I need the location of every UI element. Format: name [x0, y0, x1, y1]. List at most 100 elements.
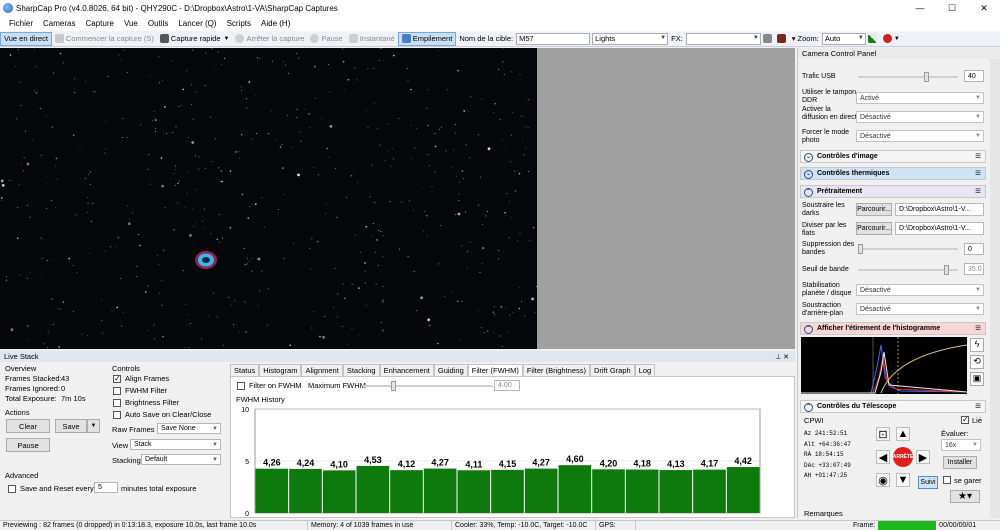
- panel-scrollbar[interactable]: [990, 59, 1000, 518]
- start-capture-button[interactable]: Commencer la capture (S): [52, 32, 157, 46]
- quick-capture-button[interactable]: Capture rapide ▼: [157, 32, 233, 46]
- stacking-mode-select[interactable]: Default ▼: [141, 454, 221, 465]
- arrow-left-icon[interactable]: ◀: [876, 450, 890, 464]
- histogram-icon[interactable]: [866, 32, 881, 46]
- tab-log[interactable]: Log: [634, 364, 656, 376]
- slider-handle[interactable]: [944, 265, 949, 275]
- slider-handle[interactable]: [858, 244, 863, 254]
- image-controls-section[interactable]: ⌄ Contrôles d'image ≡: [800, 150, 986, 163]
- tab-stacking[interactable]: Stacking: [342, 364, 380, 376]
- pause-button[interactable]: Pause: [307, 32, 345, 46]
- stabilization-select[interactable]: Désactivé ▼: [856, 284, 984, 296]
- darks-path[interactable]: D:\Dropbox\Astro\1-V...: [895, 203, 984, 216]
- fx-select[interactable]: ▼: [685, 32, 761, 45]
- fwhm-bar[interactable]: [659, 470, 693, 513]
- pause-stack-button[interactable]: Pause: [6, 438, 50, 452]
- lightning-icon[interactable]: ϟ: [970, 338, 984, 352]
- live-view-image[interactable]: [0, 48, 537, 349]
- fwhm-bar[interactable]: [625, 469, 659, 513]
- save-reset-checkbox[interactable]: [8, 485, 16, 493]
- usb-traffic-slider[interactable]: [858, 72, 958, 82]
- tab-histogram[interactable]: Histogram: [259, 364, 302, 376]
- align-frames-checkbox[interactable]: [113, 374, 121, 383]
- stacking-button[interactable]: Empilement: [397, 31, 457, 46]
- menu-icon[interactable]: ≡: [975, 151, 981, 163]
- fwhm-bar[interactable]: [289, 468, 322, 513]
- target-name-input[interactable]: M57: [516, 32, 591, 45]
- crosshair-icon[interactable]: ◉: [876, 473, 890, 487]
- fwhm-bar[interactable]: [457, 470, 491, 513]
- maximize-button[interactable]: ☐: [936, 0, 968, 16]
- menu-icon[interactable]: ≡: [975, 168, 981, 180]
- menu-scripts[interactable]: Scripts: [222, 19, 256, 28]
- arrow-down-icon[interactable]: ▼: [896, 473, 910, 487]
- minimize-button[interactable]: —: [904, 0, 936, 16]
- color-button[interactable]: [776, 32, 789, 46]
- preprocessing-section[interactable]: ⌃ Prétraitement ≡: [800, 185, 986, 198]
- target-icon[interactable]: ▼: [881, 32, 902, 46]
- snapshot-button[interactable]: Instantané: [346, 32, 398, 46]
- broadcast-select[interactable]: Désactivé ▼: [856, 111, 984, 123]
- evaluate-select[interactable]: 16x ▼: [941, 439, 981, 451]
- reset-icon[interactable]: ⟲: [970, 355, 984, 369]
- stop-button[interactable]: ARRÊTE: [893, 447, 913, 467]
- fwhm-bar[interactable]: [356, 465, 390, 513]
- pin-icon[interactable]: ⊥ ✕: [775, 353, 789, 361]
- bg-subtract-select[interactable]: Désactivé ▼: [856, 303, 984, 315]
- quick-capture-dropdown-icon[interactable]: ▼: [224, 36, 230, 42]
- arrow-up-icon[interactable]: ▲: [896, 427, 910, 441]
- fwhm-bar[interactable]: [491, 469, 524, 513]
- tab-guiding[interactable]: Guiding: [433, 364, 468, 376]
- save-reset-minutes-input[interactable]: 5: [94, 482, 118, 493]
- fwhm-filter-checkbox[interactable]: [113, 387, 121, 395]
- fwhm-bar[interactable]: [524, 468, 558, 513]
- stop-capture-button[interactable]: Arrêter la capture: [232, 32, 307, 46]
- frame-type-select[interactable]: Lights ▼: [592, 32, 669, 45]
- usb-traffic-value[interactable]: 40: [964, 70, 984, 82]
- brightness-filter-checkbox[interactable]: [113, 399, 121, 407]
- goto-target-icon[interactable]: ⊡: [876, 427, 890, 441]
- save-dropdown-icon[interactable]: ▼: [87, 419, 100, 433]
- menu-lancer[interactable]: Lancer (Q): [173, 19, 221, 28]
- linked-checkbox[interactable]: [961, 415, 969, 424]
- follow-button[interactable]: Suivi: [918, 476, 938, 489]
- close-button[interactable]: ✕: [968, 0, 1000, 16]
- histogram-stretch-section[interactable]: ⌃ Afficher l'étirement de l'histogramme ≡: [800, 322, 986, 335]
- menu-cameras[interactable]: Cameras: [38, 19, 80, 28]
- telescope-controls-section[interactable]: ⌃ Contrôles du Télescope ≡: [800, 400, 986, 413]
- auto-save-checkbox[interactable]: [113, 411, 121, 419]
- fwhm-bar[interactable]: [693, 469, 726, 513]
- tab-filter-fwhm[interactable]: Filter (FWHM): [467, 364, 523, 376]
- fwhm-bar[interactable]: [558, 465, 592, 513]
- thermal-controls-section[interactable]: ⌄ Contrôles thermiques ≡: [800, 167, 986, 180]
- fwhm-bar[interactable]: [255, 468, 289, 513]
- raw-frames-select[interactable]: Save None ▼: [157, 423, 221, 434]
- slider-handle[interactable]: [924, 72, 929, 82]
- menu-vue[interactable]: Vue: [119, 19, 143, 28]
- fwhm-bar[interactable]: [726, 467, 760, 513]
- clear-button[interactable]: Clear: [6, 419, 50, 433]
- menu-icon[interactable]: ≡: [975, 186, 981, 198]
- fx-settings-button[interactable]: [761, 32, 776, 46]
- menu-aide[interactable]: Aide (H): [256, 19, 295, 28]
- banding-value[interactable]: 0: [964, 243, 984, 255]
- menu-capture[interactable]: Capture: [80, 19, 118, 28]
- flats-path[interactable]: D:\Dropbox\Astro\1-V...: [895, 222, 984, 235]
- menu-icon[interactable]: ≡: [975, 401, 981, 413]
- park-checkbox[interactable]: [943, 476, 951, 484]
- ddr-buffer-select[interactable]: Activé ▼: [856, 92, 984, 104]
- banding-slider[interactable]: [858, 244, 958, 254]
- tab-filter-brightness[interactable]: Filter (Brightness): [522, 364, 591, 376]
- fwhm-bar[interactable]: [423, 468, 457, 513]
- menu-icon[interactable]: ≡: [975, 323, 981, 335]
- live-view-button[interactable]: Vue en direct: [0, 31, 52, 46]
- zoom-select[interactable]: Auto ▼: [821, 32, 866, 45]
- browse-flats-button[interactable]: Parcourir...: [856, 222, 892, 235]
- browse-darks-button[interactable]: Parcourir...: [856, 203, 892, 216]
- install-button[interactable]: Installer: [943, 456, 977, 469]
- save-button[interactable]: Save: [55, 419, 87, 433]
- fwhm-bar[interactable]: [390, 470, 423, 513]
- fwhm-bar[interactable]: [592, 469, 625, 513]
- star-icon[interactable]: ★▾: [950, 490, 980, 503]
- tab-alignment[interactable]: Alignment: [301, 364, 343, 376]
